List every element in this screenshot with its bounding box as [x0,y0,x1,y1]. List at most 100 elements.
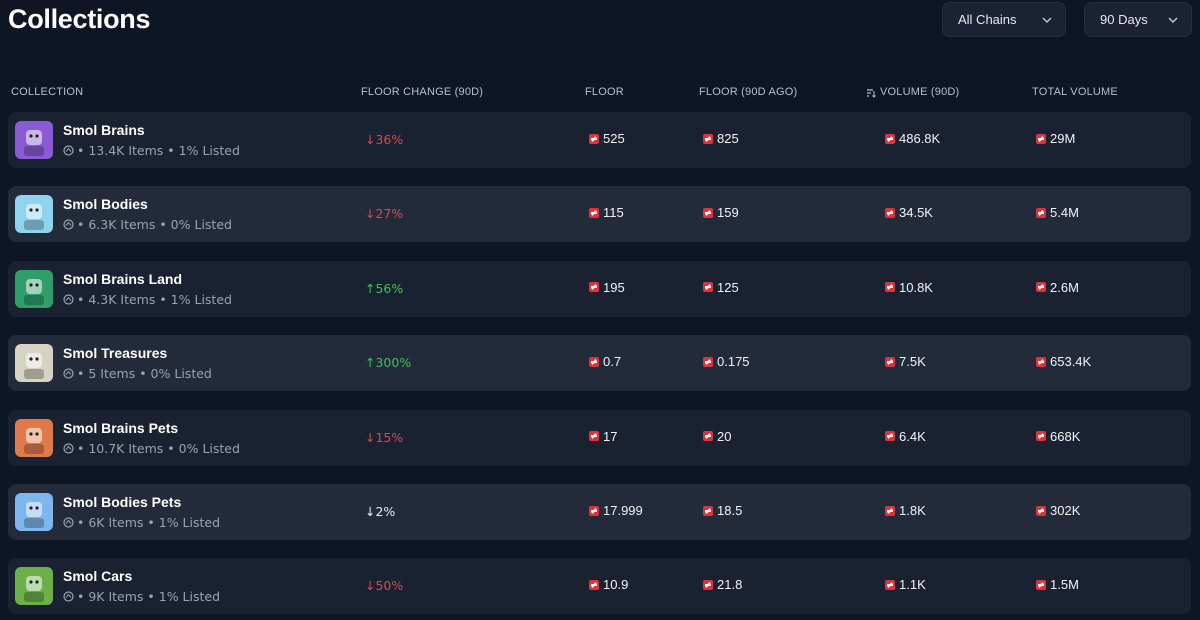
magic-token-icon [885,431,895,442]
chain-icon [63,442,74,454]
collection-name[interactable]: Smol Brains [63,122,145,138]
floor-value: 195 [589,280,625,295]
magic-token-icon [885,207,895,218]
header-floor-change[interactable]: FLOOR CHANGE (90D) [361,86,483,98]
floor-text: 17 [603,428,618,444]
table-row[interactable]: Smol Brains Land • 4.3K Items • 1% Listed… [8,260,1191,317]
collection-meta-text: • 4.3K Items • 1% Listed [77,291,232,307]
floor-text: 0.7 [603,354,622,370]
floor-value: 17 [589,429,617,444]
table-row[interactable]: Smol Brains Pets • 10.7K Items • 0% Liste… [8,409,1191,466]
floor-ago-value: 21.8 [703,577,742,592]
magic-token-icon [589,431,599,442]
total-text: 2.6M [1050,279,1079,295]
magic-token-icon [703,133,713,144]
header-floor[interactable]: FLOOR [585,86,624,98]
volume-text: 7.5K [899,354,926,370]
volume-value: 34.5K [885,205,933,220]
sort-icon[interactable] [866,88,876,98]
magic-token-icon [589,282,599,293]
total-text: 653.4K [1050,354,1092,370]
table-row[interactable]: Smol Cars • 9K Items • 1% Listed ↓50% 10.9 2… [8,558,1191,615]
table-row[interactable]: Smol Treasures • 5 Items • 0% Listed ↑300%… [8,335,1191,392]
floor-ago-text: 825 [717,131,739,146]
magic-token-icon [589,207,599,218]
volume-value: 1.1K [885,577,926,592]
total-value: 1.5M [1036,577,1079,592]
total-text: 302K [1050,503,1081,518]
floor-change: ↓50% [365,578,404,594]
collection-name[interactable]: Smol Bodies [63,196,148,212]
chain-icon [63,219,74,230]
magic-token-icon [1036,356,1046,367]
floor-text: 10.9 [603,577,629,593]
volume-text: 1.8K [899,503,926,518]
magic-token-icon [1036,505,1046,516]
magic-token-icon [703,207,713,218]
volume-text: 34.5K [899,205,933,221]
floor-text: 195 [603,279,625,295]
floor-ago-value: 159 [703,205,739,220]
total-value: 302K [1036,503,1080,518]
collection-thumbnail [15,493,53,531]
chain-icon [63,591,74,602]
floor-text: 17.999 [603,503,643,518]
header-floor-ago[interactable]: FLOOR (90D AGO) [699,86,797,98]
floor-ago-text: 20 [717,428,732,444]
magic-token-icon [885,579,895,590]
magic-token-icon [589,133,599,144]
magic-token-icon [1036,207,1046,218]
chains-dropdown[interactable]: All Chains [942,2,1066,37]
volume-text: 10.8K [899,279,933,295]
chevron-down-icon [1042,17,1052,23]
table-row[interactable]: Smol Bodies • 6.3K Items • 0% Listed ↓27% 1… [8,186,1191,243]
collection-thumbnail [15,418,53,457]
collection-meta-text: • 10.7K Items • 0% Listed [77,440,240,456]
magic-token-icon [885,356,895,367]
floor-ago-text: 159 [717,205,739,221]
collection-name[interactable]: Smol Brains Pets [63,420,178,436]
collection-meta: • 6K Items • 1% Listed [63,515,220,530]
magic-token-icon [703,282,713,293]
magic-token-icon [1036,133,1046,144]
collection-meta: • 10.7K Items • 0% Listed [63,441,240,456]
floor-change: ↑56% [365,280,404,296]
magic-token-icon [885,282,895,293]
total-value: 5.4M [1036,205,1079,220]
collection-thumbnail [15,121,53,159]
chain-icon [63,517,74,528]
collection-meta: • 13.4K Items • 1% Listed [63,143,240,158]
header-collection[interactable]: COLLECTION [11,86,83,98]
collection-name[interactable]: Smol Brains Land [63,271,182,287]
floor-change: ↓2% [365,504,396,519]
volume-value: 486.8K [885,131,940,146]
floor-ago-value: 125 [703,280,739,295]
collection-name[interactable]: Smol Cars [63,568,132,584]
table-row[interactable]: Smol Brains • 13.4K Items • 1% Listed ↓36%… [8,112,1191,168]
floor-ago-text: 0.175 [717,354,750,370]
page-title: Collections [8,4,151,34]
header-total-volume[interactable]: TOTAL VOLUME [1032,86,1118,98]
volume-value: 1.8K [885,503,926,518]
period-dropdown-label: 90 Days [1100,12,1148,27]
magic-token-icon [703,579,713,590]
collection-name[interactable]: Smol Treasures [63,345,167,361]
total-text: 5.4M [1050,205,1079,221]
magic-token-icon [1036,431,1046,442]
collection-meta-text: • 6K Items • 1% Listed [77,515,221,530]
collection-name[interactable]: Smol Bodies Pets [63,494,181,510]
chain-icon [63,368,74,379]
magic-token-icon [703,505,713,516]
header-volume[interactable]: VOLUME (90D) [880,86,959,98]
floor-change: ↓15% [365,429,404,445]
collection-meta: • 5 Items • 0% Listed [63,366,212,381]
collection-thumbnail [15,269,53,308]
table-row[interactable]: Smol Bodies Pets • 6K Items • 1% Listed ↓2… [8,484,1191,540]
collection-meta: • 6.3K Items • 0% Listed [63,217,232,232]
floor-value: 115 [589,205,624,220]
period-dropdown[interactable]: 90 Days [1084,2,1192,37]
total-value: 653.4K [1036,354,1091,369]
collection-meta-text: • 6.3K Items • 0% Listed [77,217,232,233]
floor-change: ↓36% [365,132,404,147]
volume-value: 10.8K [885,280,933,295]
